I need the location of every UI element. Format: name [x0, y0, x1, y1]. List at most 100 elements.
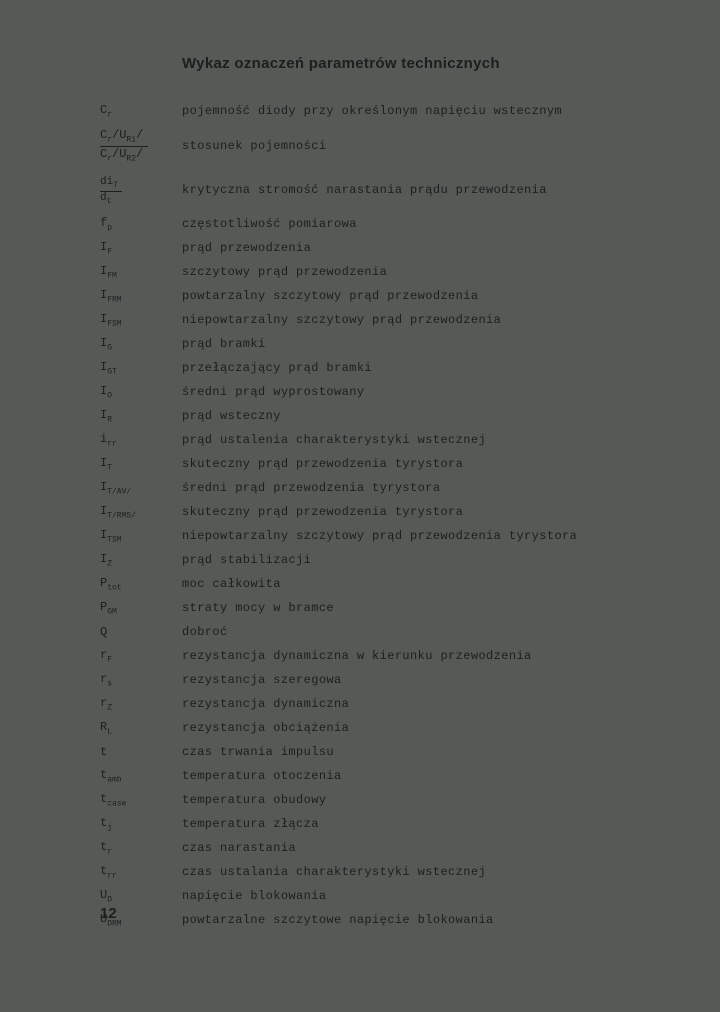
entry-row: diTdtkrytyczna stromość narastania prądu…	[100, 172, 660, 209]
parameter-description: moc całkowita	[182, 577, 281, 591]
parameter-symbol: IF	[100, 240, 182, 256]
entry-row: rsrezystancja szeregowa	[100, 671, 660, 689]
parameter-symbol: trr	[100, 864, 182, 880]
parameter-symbol: IT/RMS/	[100, 504, 182, 520]
parameter-symbol: RL	[100, 720, 182, 736]
parameter-symbol: Q	[100, 625, 182, 639]
parameter-symbol: ITSM	[100, 528, 182, 544]
entry-row: IGTprzełączający prąd bramki	[100, 359, 660, 377]
entry-row: IFprąd przewodzenia	[100, 239, 660, 257]
parameter-description: pojemność diody przy określonym napięciu…	[182, 104, 562, 118]
parameter-description: powtarzalne szczytowe napięcie blokowani…	[182, 913, 494, 927]
parameter-symbol: IFSM	[100, 312, 182, 328]
parameter-symbol: tamb	[100, 768, 182, 784]
entry-row: IT/AV/średni prąd przewodzenia tyrystora	[100, 479, 660, 497]
parameter-description: rezystancja szeregowa	[182, 673, 342, 687]
entry-row: fpczęstotliwość pomiarowa	[100, 215, 660, 233]
parameter-symbol: IGT	[100, 360, 182, 376]
entry-row: IOśredni prąd wyprostowany	[100, 383, 660, 401]
parameter-description: rezystancja dynamiczna	[182, 697, 349, 711]
parameter-symbol: Ptot	[100, 576, 182, 592]
entry-row: Qdobroć	[100, 623, 660, 641]
parameter-description: prąd przewodzenia	[182, 241, 311, 255]
parameter-description: prąd wsteczny	[182, 409, 281, 423]
parameter-description: niepowtarzalny szczytowy prąd przewodzen…	[182, 529, 577, 543]
parameter-description: straty mocy w bramce	[182, 601, 334, 615]
parameter-description: rezystancja obciążenia	[182, 721, 349, 735]
entry-row: rFrezystancja dynamiczna w kierunku prze…	[100, 647, 660, 665]
entry-row: ITSMniepowtarzalny szczytowy prąd przewo…	[100, 527, 660, 545]
parameter-symbol: IT/AV/	[100, 480, 182, 496]
parameter-description: średni prąd wyprostowany	[182, 385, 364, 399]
entry-row: Ptotmoc całkowita	[100, 575, 660, 593]
entries-list: Crpojemność diody przy określonym napięc…	[100, 102, 660, 929]
parameter-description: prąd stabilizacji	[182, 553, 311, 567]
parameter-symbol: tj	[100, 816, 182, 832]
parameter-description: szczytowy prąd przewodzenia	[182, 265, 387, 279]
page-number: 12	[100, 905, 117, 922]
parameter-symbol: IFM	[100, 264, 182, 280]
parameter-symbol: rF	[100, 648, 182, 664]
parameter-symbol: rs	[100, 672, 182, 688]
parameter-symbol: IG	[100, 336, 182, 352]
parameter-description: stosunek pojemności	[182, 139, 326, 153]
parameter-symbol: tcase	[100, 792, 182, 808]
entry-row: IT/RMS/skuteczny prąd przewodzenia tyrys…	[100, 503, 660, 521]
parameter-description: temperatura złącza	[182, 817, 319, 831]
parameter-description: czas narastania	[182, 841, 296, 855]
parameter-description: średni prąd przewodzenia tyrystora	[182, 481, 440, 495]
entry-row: IFSMniepowtarzalny szczytowy prąd przewo…	[100, 311, 660, 329]
parameter-symbol: IFRM	[100, 288, 182, 304]
parameter-symbol: UD	[100, 888, 182, 904]
parameter-description: prąd ustalenia charakterystyki wstecznej	[182, 433, 486, 447]
parameter-symbol: tr	[100, 840, 182, 856]
parameter-description: skuteczny prąd przewodzenia tyrystora	[182, 457, 463, 471]
parameter-symbol: Cr/UR1/Cr/UR2/	[100, 126, 182, 166]
entry-row: rZrezystancja dynamiczna	[100, 695, 660, 713]
entry-row: Crpojemność diody przy określonym napięc…	[100, 102, 660, 120]
entry-row: PGMstraty mocy w bramce	[100, 599, 660, 617]
parameter-description: czas ustalania charakterystyki wstecznej	[182, 865, 486, 879]
parameter-symbol: diTdt	[100, 172, 182, 209]
parameter-description: rezystancja dynamiczna w kierunku przewo…	[182, 649, 532, 663]
entry-row: Cr/UR1/Cr/UR2/stosunek pojemności	[100, 126, 660, 166]
parameter-symbol: t	[100, 745, 182, 759]
entry-row: IZprąd stabilizacji	[100, 551, 660, 569]
entry-row: tcasetemperatura obudowy	[100, 791, 660, 809]
entry-row: tjtemperatura złącza	[100, 815, 660, 833]
scanned-page: Wykaz oznaczeń parametrów technicznych C…	[0, 0, 720, 1012]
parameter-description: czas trwania impulsu	[182, 745, 334, 759]
parameter-description: temperatura otoczenia	[182, 769, 342, 783]
entry-row: IGprąd bramki	[100, 335, 660, 353]
entry-row: UDRMpowtarzalne szczytowe napięcie bloko…	[100, 911, 660, 929]
entry-row: IFMszczytowy prąd przewodzenia	[100, 263, 660, 281]
entry-row: tambtemperatura otoczenia	[100, 767, 660, 785]
parameter-symbol: IT	[100, 456, 182, 472]
entry-row: ITskuteczny prąd przewodzenia tyrystora	[100, 455, 660, 473]
entry-row: trrczas ustalania charakterystyki wstecz…	[100, 863, 660, 881]
parameter-symbol: IR	[100, 408, 182, 424]
entry-row: trczas narastania	[100, 839, 660, 857]
parameter-description: niepowtarzalny szczytowy prąd przewodzen…	[182, 313, 501, 327]
entry-row: RLrezystancja obciążenia	[100, 719, 660, 737]
entry-row: IRprąd wsteczny	[100, 407, 660, 425]
entry-row: irrprąd ustalenia charakterystyki wstecz…	[100, 431, 660, 449]
entry-row: UDnapięcie blokowania	[100, 887, 660, 905]
page-title: Wykaz oznaczeń parametrów technicznych	[182, 55, 660, 72]
parameter-description: napięcie blokowania	[182, 889, 326, 903]
parameter-symbol: IZ	[100, 552, 182, 568]
parameter-description: powtarzalny szczytowy prąd przewodzenia	[182, 289, 478, 303]
parameter-description: przełączający prąd bramki	[182, 361, 372, 375]
parameter-symbol: IO	[100, 384, 182, 400]
parameter-symbol: fp	[100, 216, 182, 232]
entry-row: IFRMpowtarzalny szczytowy prąd przewodze…	[100, 287, 660, 305]
parameter-description: krytyczna stromość narastania prądu prze…	[182, 183, 547, 197]
parameter-symbol: irr	[100, 432, 182, 448]
parameter-symbol: Cr	[100, 103, 182, 119]
parameter-description: temperatura obudowy	[182, 793, 326, 807]
parameter-description: częstotliwość pomiarowa	[182, 217, 357, 231]
entry-row: tczas trwania impulsu	[100, 743, 660, 761]
parameter-description: skuteczny prąd przewodzenia tyrystora	[182, 505, 463, 519]
parameter-description: dobroć	[182, 625, 228, 639]
parameter-symbol: rZ	[100, 696, 182, 712]
